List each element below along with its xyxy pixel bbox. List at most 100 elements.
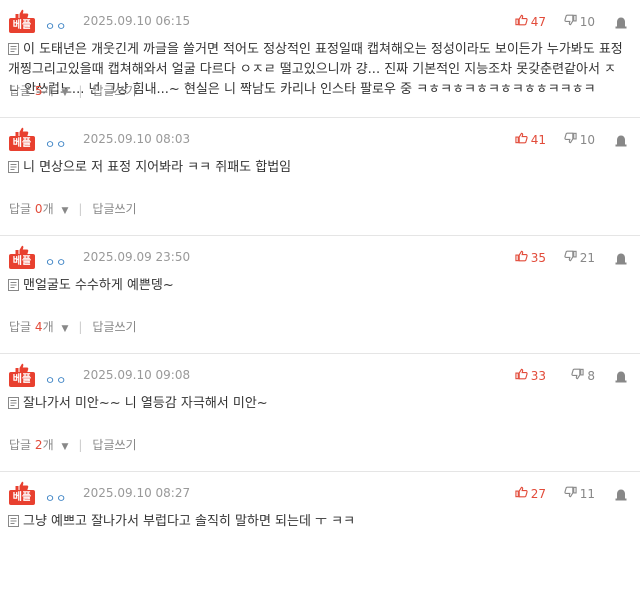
author-nick[interactable]: ㅇㅇ [45,490,67,506]
comment-text: 잘나가서 미안~~ 니 열등감 자극해서 미안~ [23,396,268,411]
comment-item: 베플 ㅇㅇ 2025.09.10 09:08 33 8 잘나가서 미안~~ 니 … [0,354,640,472]
best-label: 베플 [9,372,35,387]
best-label: 베플 [9,490,35,505]
memo-icon [8,514,19,527]
best-badge: 베플 [8,6,36,36]
best-label: 베플 [9,18,35,33]
reply-toggle[interactable]: 답글 0개 ▼ [9,200,68,217]
like-button[interactable]: 33 [515,368,546,383]
comment-date: 2025.09.10 09:08 [83,368,191,382]
like-count: 27 [530,486,546,501]
best-badge: 베플 [8,478,36,508]
best-label: 베플 [9,136,35,151]
reply-toggle[interactable]: 답글 5개 ▼ [9,82,68,99]
chevron-down-icon: ▼ [61,206,69,216]
divider: | [78,83,83,98]
comment-footer: 답글 5개 ▼ | 답글쓰기 [9,82,137,99]
dislike-count: 21 [579,250,595,265]
dislike-button[interactable]: 21 [564,250,595,265]
divider: | [78,319,83,334]
dislike-count: 11 [579,486,595,501]
write-reply-button[interactable]: 답글쓰기 [92,200,136,217]
like-count: 33 [530,368,546,383]
dislike-button[interactable]: 10 [564,132,595,147]
report-icon[interactable] [614,368,628,383]
dislike-count: 10 [579,14,595,29]
comment-text: 맨얼굴도 수수하게 예쁜뎅~ [23,278,174,293]
memo-icon [8,42,19,55]
best-badge: 베플 [8,124,36,154]
comment-footer: 답글 2개 ▼ | 답글쓰기 [9,436,137,453]
chevron-down-icon: ▼ [61,442,69,452]
comment-body: 잘나가서 미안~~ 니 열등감 자극해서 미안~ [8,394,626,414]
author-nick[interactable]: ㅇㅇ [45,136,67,152]
like-icon [515,14,528,29]
like-icon [515,250,528,265]
chevron-down-icon: ▼ [61,324,69,334]
memo-icon [8,278,19,291]
reply-count: 2 [34,438,43,452]
comment-item: 베플 ㅇㅇ 2025.09.10 06:15 47 10 이 도태년은 개웃긴게… [0,0,640,118]
best-badge: 베플 [8,242,36,272]
dislike-count: 8 [587,368,595,383]
report-icon[interactable] [614,14,628,29]
dislike-button[interactable]: 8 [571,368,595,383]
thumbs-up-icon [15,124,29,139]
dislike-icon [571,368,584,383]
like-icon [515,132,528,147]
like-button[interactable]: 47 [515,14,546,29]
comment-item: 베플 ㅇㅇ 2025.09.10 08:03 41 10 니 면상으로 저 표정… [0,118,640,236]
divider: | [78,437,83,452]
reply-count: 5 [34,84,43,98]
best-label: 베플 [9,254,35,269]
memo-icon [8,396,19,409]
comment-text: 그냥 예쁘고 잘나가서 부럽다고 솔직히 말하면 되는데 ㅜ ㅋㅋ [23,514,356,529]
comment-date: 2025.09.10 08:27 [83,486,191,500]
write-reply-button[interactable]: 답글쓰기 [92,436,136,453]
best-badge: 베플 [8,360,36,390]
comment-body: 그냥 예쁘고 잘나가서 부럽다고 솔직히 말하면 되는데 ㅜ ㅋㅋ [8,512,626,532]
author-nick[interactable]: ㅇㅇ [45,372,67,388]
report-icon[interactable] [614,132,628,147]
report-icon[interactable] [614,486,628,501]
reply-count: 0 [34,202,43,216]
memo-icon [8,160,19,173]
comment-item: 베플 ㅇㅇ 2025.09.10 08:27 27 11 그냥 예쁘고 잘나가서… [0,472,640,609]
like-count: 47 [530,14,546,29]
chevron-down-icon: ▼ [61,88,69,98]
like-button[interactable]: 41 [515,132,546,147]
like-count: 41 [530,132,546,147]
write-reply-button[interactable]: 답글쓰기 [92,82,136,99]
thumbs-up-icon [15,242,29,257]
like-icon [515,486,528,501]
report-icon[interactable] [614,250,628,265]
write-reply-button[interactable]: 답글쓰기 [92,318,136,335]
comment-list: 베플 ㅇㅇ 2025.09.10 06:15 47 10 이 도태년은 개웃긴게… [0,0,640,609]
dislike-button[interactable]: 11 [564,486,595,501]
dislike-icon [564,486,577,501]
divider: | [78,201,83,216]
comment-date: 2025.09.10 06:15 [83,14,191,28]
dislike-icon [564,14,577,29]
dislike-button[interactable]: 10 [564,14,595,29]
dislike-count: 10 [579,132,595,147]
comment-footer: 답글 4개 ▼ | 답글쓰기 [9,318,137,335]
thumbs-up-icon [15,6,29,21]
comment-date: 2025.09.10 08:03 [83,132,191,146]
comment-text: 니 면상으로 저 표정 지어봐라 ㅋㅋ 쥐패도 합법임 [23,160,292,175]
like-icon [515,368,528,383]
like-button[interactable]: 35 [515,250,546,265]
comment-item: 베플 ㅇㅇ 2025.09.09 23:50 35 21 맨얼굴도 수수하게 예… [0,236,640,354]
like-button[interactable]: 27 [515,486,546,501]
reply-toggle[interactable]: 답글 4개 ▼ [9,318,68,335]
comment-date: 2025.09.09 23:50 [83,250,191,264]
dislike-icon [564,250,577,265]
dislike-icon [564,132,577,147]
comment-body: 맨얼굴도 수수하게 예쁜뎅~ [8,276,626,296]
author-nick[interactable]: ㅇㅇ [45,18,67,34]
reply-toggle[interactable]: 답글 2개 ▼ [9,436,68,453]
comment-body: 니 면상으로 저 표정 지어봐라 ㅋㅋ 쥐패도 합법임 [8,158,626,178]
comment-footer: 답글 0개 ▼ | 답글쓰기 [9,200,137,217]
author-nick[interactable]: ㅇㅇ [45,254,67,270]
thumbs-up-icon [15,478,29,493]
